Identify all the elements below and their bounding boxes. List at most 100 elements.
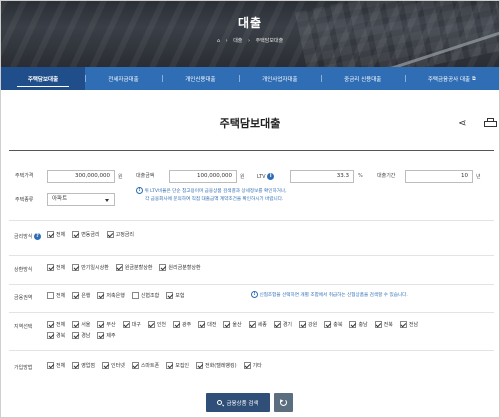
checkbox[interactable] — [115, 264, 123, 271]
checkbox[interactable] — [47, 362, 54, 369]
fin-sector-all[interactable]: 전체 — [47, 292, 65, 299]
tab-business-loan[interactable]: 개인사업자대출 — [238, 67, 321, 90]
region-option[interactable]: 세종 — [248, 321, 267, 328]
checkbox[interactable] — [166, 292, 174, 299]
region-option[interactable]: 전북 — [374, 321, 393, 328]
region-option[interactable]: 충북 — [324, 321, 342, 328]
checkbox[interactable] — [97, 321, 105, 328]
rate-type-fixed[interactable]: 고정금리 — [106, 231, 134, 238]
breadcrumb-item-loan[interactable]: 대출 — [233, 38, 242, 44]
checkbox[interactable] — [166, 362, 174, 369]
checkbox[interactable] — [47, 321, 54, 328]
tab-personal-credit-loan[interactable]: 개인신용대출 — [161, 67, 239, 90]
region-option[interactable]: 충남 — [349, 321, 368, 328]
house-type-select[interactable]: 아파트 — [47, 193, 115, 206]
region-options-row-1: 전체 서울 부산 대구 인천 광주 대전 울산 세종 경기 강원 충북 충남 전… — [47, 321, 425, 328]
fin-sector-savings-bank[interactable]: 저축은행 — [97, 292, 125, 299]
checkbox[interactable] — [47, 264, 54, 271]
fin-sector-insurance[interactable]: 보험 — [166, 292, 184, 299]
join-method-option[interactable]: 기타 — [243, 362, 262, 369]
search-button[interactable]: 금융상품 검색 — [206, 393, 270, 412]
region-option[interactable]: 서울 — [72, 321, 90, 328]
repay-type-bullet[interactable]: 만기일시상환 — [72, 264, 109, 271]
checkbox[interactable] — [147, 321, 155, 328]
repay-type-equal[interactable]: 원리금분할상환 — [159, 264, 201, 271]
checkbox[interactable] — [299, 321, 307, 328]
checkbox[interactable] — [324, 321, 332, 328]
checkbox[interactable] — [102, 362, 110, 369]
join-method-option[interactable]: 스마트폰 — [131, 362, 159, 369]
checkbox[interactable] — [131, 292, 139, 299]
loan-amount-unit: 원 — [240, 174, 245, 180]
region-option[interactable]: 대구 — [122, 321, 141, 328]
checkbox[interactable] — [349, 321, 357, 328]
checkbox[interactable] — [97, 332, 105, 339]
loan-amount-input[interactable]: 100,000,000 — [169, 170, 237, 183]
ltv-input[interactable]: 33.3 — [290, 170, 354, 183]
checkbox[interactable] — [159, 264, 167, 271]
fin-sector-bank[interactable]: 은행 — [72, 292, 90, 299]
home-icon[interactable]: ⌂ — [217, 38, 220, 44]
checkbox[interactable] — [131, 362, 139, 369]
page-title: 주택담보대출 — [219, 117, 281, 130]
region-option[interactable]: 전남 — [399, 321, 418, 328]
checkbox[interactable] — [196, 362, 204, 369]
checkbox[interactable] — [72, 231, 80, 238]
checkbox[interactable] — [399, 321, 407, 328]
repay-type-all[interactable]: 전체 — [47, 264, 65, 271]
checkbox[interactable] — [173, 321, 181, 328]
tab-hf-loan[interactable]: 주택금융공사 대출 ⧉ — [404, 67, 499, 90]
checkbox[interactable] — [122, 321, 130, 328]
loan-period-input[interactable]: 10 — [405, 170, 473, 183]
reset-button[interactable] — [274, 393, 293, 412]
checkbox[interactable] — [47, 332, 54, 339]
rate-type-all[interactable]: 전체 — [47, 231, 65, 238]
region-option[interactable]: 대전 — [198, 321, 216, 328]
info-icon[interactable]: ? — [34, 233, 41, 240]
checkbox[interactable] — [72, 292, 80, 299]
option-label: 경기 — [282, 322, 293, 328]
checkbox[interactable] — [248, 321, 256, 328]
fin-sector-credit-union[interactable]: 신협조합 — [131, 292, 159, 299]
region-option[interactable]: 울산 — [223, 321, 242, 328]
checkbox[interactable] — [273, 321, 281, 328]
region-option[interactable]: 부산 — [97, 321, 116, 328]
tab-jeonse-loan[interactable]: 전세자금대출 — [85, 67, 162, 90]
section-divider — [9, 150, 494, 151]
join-method-option[interactable]: 영업점 — [72, 362, 95, 369]
repay-type-principal[interactable]: 원금분할상환 — [115, 264, 152, 271]
checkbox[interactable] — [223, 321, 231, 328]
checkbox[interactable] — [47, 231, 54, 238]
checkbox[interactable] — [72, 362, 80, 369]
region-option[interactable]: 제주 — [97, 332, 116, 339]
region-option[interactable]: 광주 — [173, 321, 191, 328]
checkbox[interactable] — [97, 292, 105, 299]
checkbox[interactable] — [198, 321, 206, 328]
checkbox[interactable] — [243, 362, 251, 369]
print-icon[interactable] — [483, 118, 497, 128]
fin-sector-label: 금융권역 — [14, 295, 33, 301]
checkbox[interactable] — [47, 292, 54, 299]
info-icon[interactable]: i — [267, 173, 275, 180]
rate-type-variable[interactable]: 변동금리 — [72, 231, 100, 238]
region-option[interactable]: 경북 — [47, 332, 65, 339]
checkbox[interactable] — [72, 321, 80, 328]
join-method-option[interactable]: 인터넷 — [102, 362, 125, 369]
checkbox[interactable] — [72, 332, 80, 339]
region-option[interactable]: 경남 — [72, 332, 90, 339]
join-method-option[interactable]: 전화(텔레뱅킹) — [196, 362, 237, 369]
region-option[interactable]: 강원 — [299, 321, 317, 328]
checkbox[interactable] — [374, 321, 382, 328]
region-option[interactable]: 경기 — [273, 321, 293, 328]
house-price-input[interactable]: 300,000,000 — [47, 170, 115, 183]
region-option[interactable]: 인천 — [147, 321, 166, 328]
join-method-option[interactable]: 전체 — [47, 362, 65, 369]
checkbox[interactable] — [106, 231, 114, 238]
region-option[interactable]: 전체 — [47, 321, 65, 328]
loan-period-unit: 년 — [476, 174, 481, 180]
checkbox[interactable] — [72, 264, 80, 271]
tab-mortgage-loan[interactable]: 주택담보대출 — [1, 67, 85, 90]
share-icon[interactable]: ⋖ — [458, 118, 466, 129]
join-method-option[interactable]: 모집인 — [166, 362, 189, 369]
tab-mid-rate-loan[interactable]: 중금리 신용대출 — [320, 67, 405, 90]
